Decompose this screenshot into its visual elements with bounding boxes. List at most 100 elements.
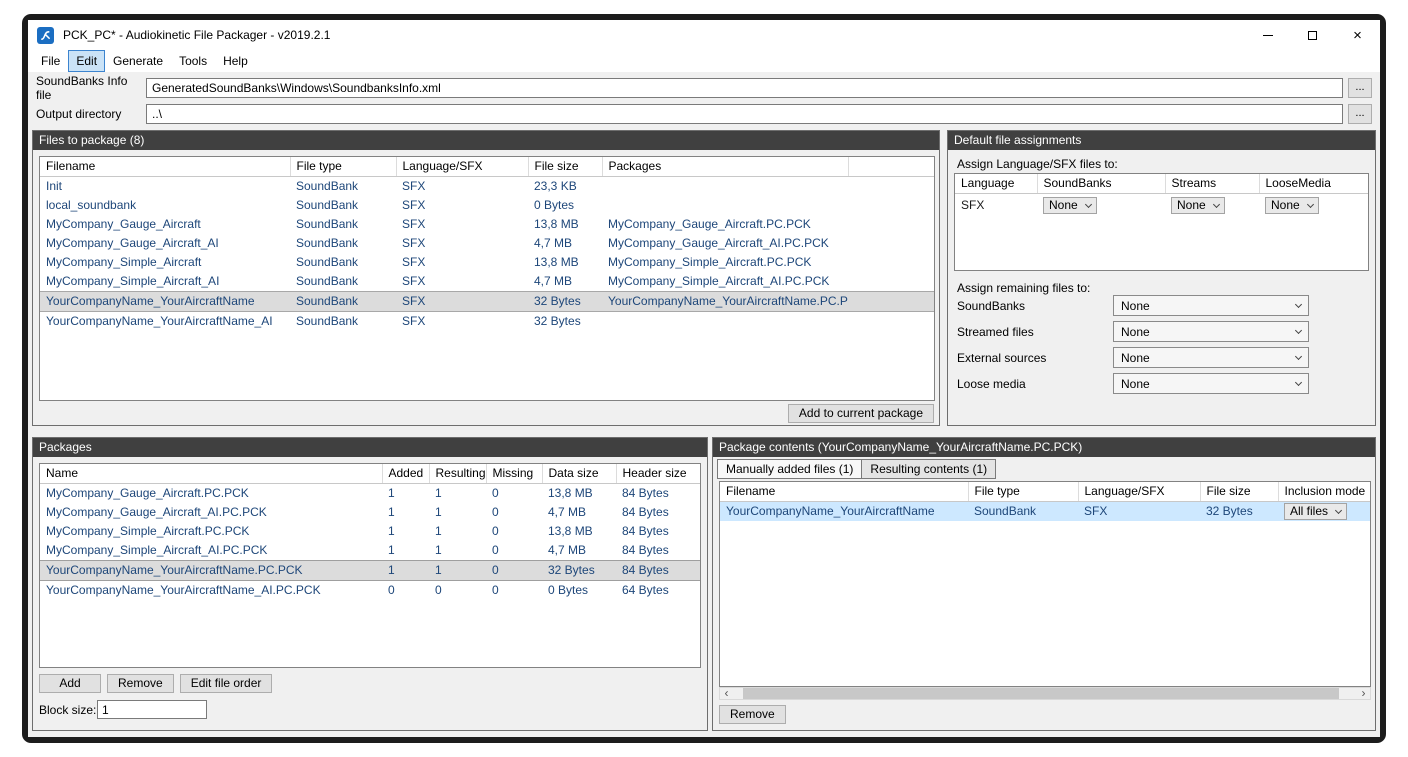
table-row[interactable]: MyCompany_Simple_AircraftSoundBankSFX13,… (40, 253, 934, 272)
loosemedia-dropdown[interactable]: None (1265, 197, 1319, 214)
cell-header_size: 84 Bytes (616, 561, 700, 581)
col-language[interactable]: Language/SFX (1078, 482, 1200, 502)
cell-spacer (848, 177, 934, 197)
cell-type: SoundBank (290, 177, 396, 197)
minimize-button[interactable] (1245, 20, 1290, 50)
table-row[interactable]: MyCompany_Simple_Aircraft.PC.PCK11013,8 … (40, 522, 700, 541)
col-soundbanks[interactable]: SoundBanks (1037, 174, 1165, 194)
col-streams[interactable]: Streams (1165, 174, 1259, 194)
table-row[interactable]: MyCompany_Gauge_AircraftSoundBankSFX13,8… (40, 215, 934, 234)
col-resulting[interactable]: Resulting (429, 464, 486, 484)
col-inclusion-mode[interactable]: Inclusion mode (1278, 482, 1370, 502)
scrollbar-track[interactable] (733, 688, 1357, 699)
remove-package-button[interactable]: Remove (107, 674, 174, 693)
streams-dropdown[interactable]: None (1171, 197, 1225, 214)
files-table: Filename File type Language/SFX File siz… (39, 156, 935, 401)
table-row[interactable]: MyCompany_Simple_Aircraft_AISoundBankSFX… (40, 272, 934, 292)
packages-buttons: Add Remove Edit file order (39, 674, 272, 693)
col-file-type[interactable]: File type (968, 482, 1078, 502)
menu-file-label: File (41, 54, 60, 68)
add-to-current-package-button[interactable]: Add to current package (788, 404, 934, 423)
col-filename[interactable]: Filename (40, 157, 290, 177)
menu-file[interactable]: File (33, 50, 68, 72)
block-size-label: Block size: (39, 703, 97, 717)
table-row[interactable]: InitSoundBankSFX23,3 KB (40, 177, 934, 197)
col-language[interactable]: Language/SFX (396, 157, 528, 177)
soundbanks-info-input[interactable] (146, 78, 1343, 98)
col-loosemedia[interactable]: LooseMedia (1259, 174, 1368, 194)
add-package-button[interactable]: Add (39, 674, 101, 693)
col-data-size[interactable]: Data size (542, 464, 616, 484)
cell-packages: MyCompany_Gauge_Aircraft_AI.PC.PCK (602, 234, 848, 253)
cell-filename: YourCompanyName_YourAircraftName (40, 292, 290, 312)
table-row[interactable]: MyCompany_Gauge_Aircraft_AI.PC.PCK1104,7… (40, 503, 700, 522)
table-row[interactable]: YourCompanyName_YourAircraftName_AISound… (40, 312, 934, 332)
browse-output-button[interactable]: ... (1348, 104, 1372, 124)
cell-missing: 0 (486, 541, 542, 561)
soundbanks-dropdown[interactable]: None (1113, 295, 1309, 316)
table-row[interactable]: YourCompanyName_YourAircraftName.PC.PCK1… (40, 561, 700, 581)
inclusion-dropdown[interactable]: All files (1284, 503, 1347, 520)
table-row[interactable]: YourCompanyName_YourAircraftNameSoundBan… (720, 502, 1370, 522)
tab-manually-added-files[interactable]: Manually added files (1) (717, 459, 862, 479)
remove-content-button[interactable]: Remove (719, 705, 786, 724)
table-row[interactable]: SFXNoneNoneNone (955, 194, 1368, 218)
cell-inclusion: All files (1278, 502, 1370, 522)
horizontal-scrollbar[interactable]: ‹ › (719, 687, 1371, 700)
col-packages[interactable]: Packages (602, 157, 848, 177)
table-row[interactable]: MyCompany_Simple_Aircraft_AI.PC.PCK1104,… (40, 541, 700, 561)
cell-spacer (848, 312, 934, 332)
chevron-down-icon (1295, 378, 1302, 385)
cell-data_size: 13,8 MB (542, 484, 616, 504)
col-missing[interactable]: Missing (486, 464, 542, 484)
cell-loosemedia: None (1259, 194, 1368, 218)
external-sources-dropdown[interactable]: None (1113, 347, 1309, 368)
table-row[interactable]: YourCompanyName_YourAircraftName_AI.PC.P… (40, 581, 700, 601)
cell-streams: None (1165, 194, 1259, 218)
edit-file-order-button[interactable]: Edit file order (180, 674, 273, 693)
output-directory-input[interactable] (146, 104, 1343, 124)
loose-media-dropdown[interactable]: None (1113, 373, 1309, 394)
maximize-button[interactable] (1290, 20, 1335, 50)
col-file-size[interactable]: File size (1200, 482, 1278, 502)
menu-edit[interactable]: Edit (68, 50, 105, 72)
browse-soundbanks-button[interactable]: ... (1348, 78, 1372, 98)
menu-help[interactable]: Help (215, 50, 256, 72)
table-row[interactable]: YourCompanyName_YourAircraftNameSoundBan… (40, 292, 934, 312)
col-file-size[interactable]: File size (528, 157, 602, 177)
window-frame: PCK_PC* - Audiokinetic File Packager - v… (22, 14, 1386, 743)
cell-data_size: 32 Bytes (542, 561, 616, 581)
streamed-files-dropdown[interactable]: None (1113, 321, 1309, 342)
soundbanks-dropdown[interactable]: None (1043, 197, 1097, 214)
cell-missing: 0 (486, 561, 542, 581)
chevron-down-icon (1295, 300, 1302, 307)
cell-lang: SFX (396, 177, 528, 197)
col-header-size[interactable]: Header size (616, 464, 700, 484)
col-language[interactable]: Language (955, 174, 1037, 194)
tab-label: Resulting contents (1) (870, 462, 987, 476)
close-icon: × (1353, 28, 1362, 43)
col-added[interactable]: Added (382, 464, 429, 484)
table-row[interactable]: MyCompany_Gauge_Aircraft_AISoundBankSFX4… (40, 234, 934, 253)
col-filename[interactable]: Filename (720, 482, 968, 502)
cell-filename: MyCompany_Gauge_Aircraft_AI (40, 234, 290, 253)
close-button[interactable]: × (1335, 20, 1380, 50)
cell-type: SoundBank (290, 196, 396, 215)
cell-size: 4,7 MB (528, 234, 602, 253)
combo-value: None (1121, 325, 1150, 339)
tab-resulting-contents[interactable]: Resulting contents (1) (861, 459, 996, 479)
block-size-input[interactable] (97, 700, 207, 719)
menu-generate[interactable]: Generate (105, 50, 171, 72)
col-file-type[interactable]: File type (290, 157, 396, 177)
cell-type: SoundBank (290, 215, 396, 234)
menu-tools[interactable]: Tools (171, 50, 215, 72)
scrollbar-thumb[interactable] (743, 688, 1339, 699)
chevron-down-icon (1295, 352, 1302, 359)
assign-external-sources-row: External sources None (957, 347, 1309, 368)
col-name[interactable]: Name (40, 464, 382, 484)
table-row[interactable]: MyCompany_Gauge_Aircraft.PC.PCK11013,8 M… (40, 484, 700, 504)
table-row[interactable]: local_soundbankSoundBankSFX0 Bytes (40, 196, 934, 215)
scroll-left-icon[interactable]: ‹ (720, 688, 733, 699)
chevron-down-icon (1295, 326, 1302, 333)
scroll-right-icon[interactable]: › (1357, 688, 1370, 699)
